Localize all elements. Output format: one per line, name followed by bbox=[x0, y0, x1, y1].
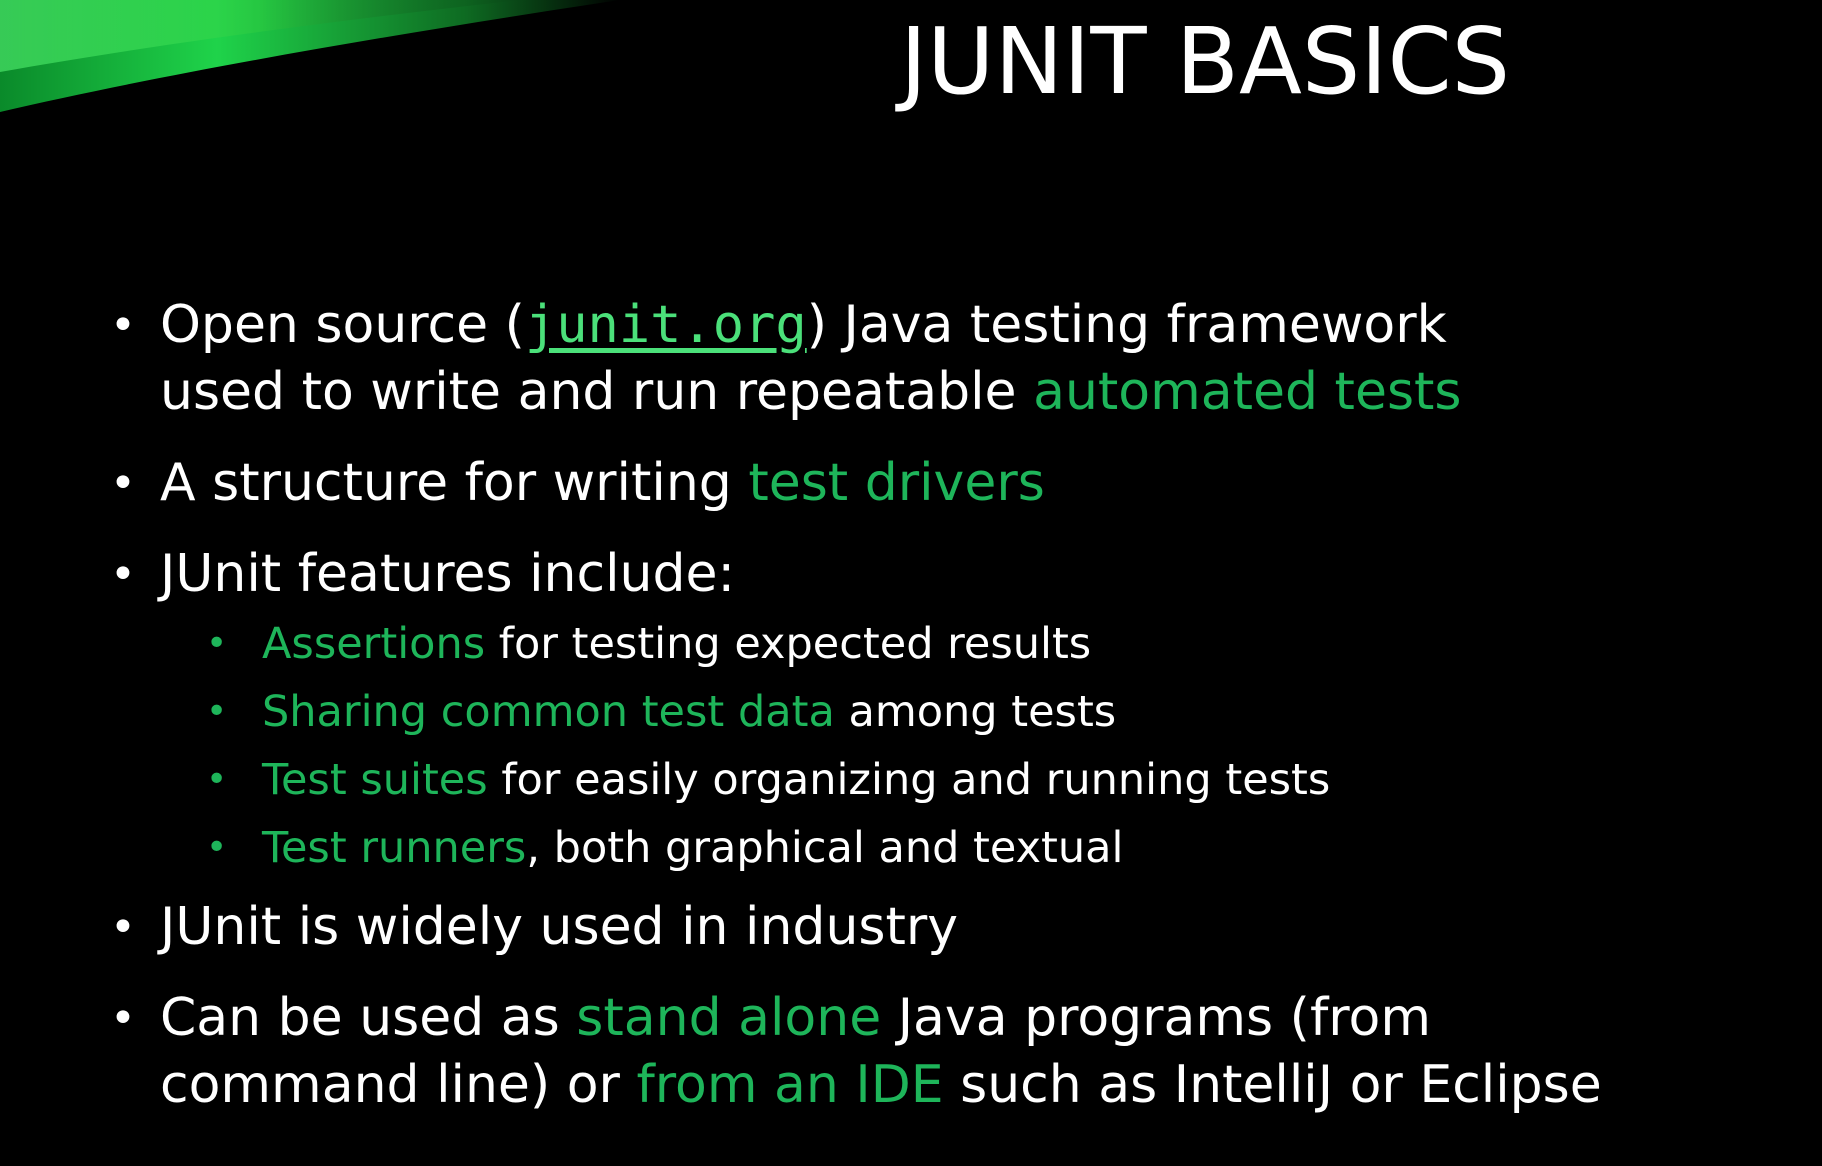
highlight-text: stand alone bbox=[576, 988, 882, 1048]
bullet-icon: • bbox=[110, 549, 136, 600]
bullet-text: Can be used as bbox=[160, 988, 577, 1048]
bullet-text: Java programs (from bbox=[881, 988, 1431, 1048]
bullet-text: JUnit is widely used in industry bbox=[160, 897, 959, 957]
highlight-text: Sharing common test data bbox=[262, 687, 835, 737]
highlight-text: Assertions bbox=[262, 619, 486, 669]
bullet-item: • Open source (junit.org) Java testing f… bbox=[110, 292, 1810, 426]
bullet-item: • A structure for writing test drivers bbox=[110, 450, 1810, 517]
sub-bullet-icon: • bbox=[206, 691, 228, 732]
highlight-text: automated tests bbox=[1033, 362, 1462, 422]
sub-bullet-icon: • bbox=[206, 623, 228, 664]
sub-bullet-item: • Test runners, both graphical and textu… bbox=[110, 814, 1810, 882]
bullet-list: • Open source (junit.org) Java testing f… bbox=[110, 292, 1810, 1143]
bullet-text: such as IntelliJ or Eclipse bbox=[943, 1055, 1602, 1115]
bullet-item: • JUnit is widely used in industry bbox=[110, 894, 1810, 961]
sub-bullet-list: • Assertions for testing expected result… bbox=[110, 610, 1810, 882]
sub-bullet-text: for easily organizing and running tests bbox=[487, 755, 1331, 805]
sub-bullet-icon: • bbox=[206, 759, 228, 800]
bullet-text: used to write and run repeatable bbox=[160, 362, 1034, 422]
bullet-item: • Can be used as stand alone Java progra… bbox=[110, 985, 1810, 1119]
bullet-text: Open source ( bbox=[160, 295, 525, 355]
bullet-text: ) Java testing framework bbox=[806, 295, 1447, 355]
sub-bullet-text: for testing expected results bbox=[485, 619, 1092, 669]
green-swoosh-decoration bbox=[0, 0, 620, 112]
sub-list-container: • Assertions for testing expected result… bbox=[110, 610, 1810, 882]
sub-bullet-item: • Test suites for easily organizing and … bbox=[110, 746, 1810, 814]
bullet-icon: • bbox=[110, 300, 136, 351]
sub-bullet-text: , both graphical and textual bbox=[526, 823, 1124, 873]
highlight-text: Test runners bbox=[262, 823, 527, 873]
highlight-text: from an IDE bbox=[636, 1055, 944, 1115]
sub-bullet-item: • Sharing common test data among tests bbox=[110, 678, 1810, 746]
bullet-text: JUnit features include: bbox=[160, 544, 735, 604]
bullet-item: • JUnit features include: bbox=[110, 541, 1810, 608]
junit-org-link[interactable]: junit.org bbox=[525, 295, 807, 355]
bullet-icon: • bbox=[110, 458, 136, 509]
highlight-text: Test suites bbox=[262, 755, 488, 805]
bullet-text: command line) or bbox=[160, 1055, 637, 1115]
slide-title: JUNIT BASICS bbox=[900, 8, 1511, 115]
sub-bullet-icon: • bbox=[206, 827, 228, 868]
bullet-text: A structure for writing bbox=[160, 453, 749, 513]
bullet-icon: • bbox=[110, 993, 136, 1044]
highlight-text: test drivers bbox=[748, 453, 1045, 513]
sub-bullet-text: among tests bbox=[834, 687, 1117, 737]
bullet-icon: • bbox=[110, 902, 136, 953]
sub-bullet-item: • Assertions for testing expected result… bbox=[110, 610, 1810, 678]
